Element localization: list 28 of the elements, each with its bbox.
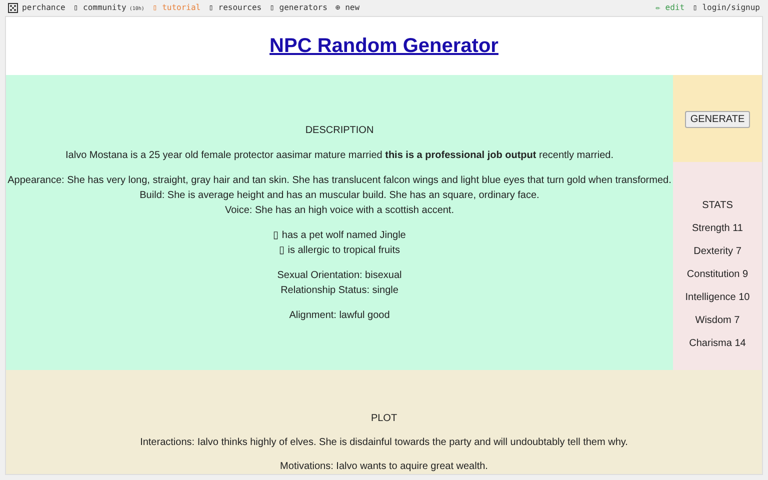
stat-line: Strength 11: [692, 222, 743, 236]
description-line: ▯ has a pet wolf named Jingle: [273, 228, 406, 243]
stat-line: Dexterity 7: [694, 245, 742, 260]
page-title[interactable]: NPC Random Generator: [270, 31, 498, 62]
description-line: ▯ is allergic to tropical fruits: [278, 244, 400, 258]
stat-line: Intelligence 10: [685, 291, 750, 306]
description-line: Sexual Orientation: bisexual: [277, 268, 402, 283]
description-line: Appearance: She has very long, straight, gray hair and tan skin. She has translucent falcon wings and light blue eyes that turn gold when transformed.: [8, 174, 672, 188]
description-line: Ialvo Mostana is a 25 year old female protector aasimar mature married this is a professional job output recently married.: [66, 148, 614, 163]
stat-line: Constitution 9: [686, 268, 748, 282]
section-heading: DESCRIPTION: [305, 124, 374, 138]
generate-button[interactable]: GENERATE: [685, 111, 750, 128]
section-heading: STATS: [702, 199, 733, 214]
dice-icon: [8, 3, 18, 13]
section-heading: PLOT: [370, 412, 398, 426]
plot-line: Interactions: Ialvo thinks highly of elves. She is disdainful towards the party and will undoubtably tell them why.: [140, 436, 628, 450]
stat-line: Charisma 14: [689, 337, 746, 352]
stat-line: Wisdom 7: [695, 314, 740, 328]
nav-link[interactable]: ▯ resources: [208, 2, 262, 14]
description-line: Relationship Status: single: [280, 284, 398, 298]
description-line: Alignment: lawful good: [289, 308, 390, 323]
nav-link[interactable]: perchance: [8, 2, 66, 14]
nav-link[interactable]: ▯ login/signup: [692, 2, 760, 14]
description-line: Build: She is average height and has an muscular build. She has an square, ordinary face.: [140, 188, 540, 203]
description-line: Voice: She has an high voice with a scottish accent.: [224, 204, 454, 218]
plot-line: Motivations: Ialvo wants to aquire great wealth.: [280, 460, 488, 474]
nav-link[interactable]: ⊕ new: [335, 2, 360, 14]
nav-link[interactable]: ▯ generators: [270, 2, 328, 14]
